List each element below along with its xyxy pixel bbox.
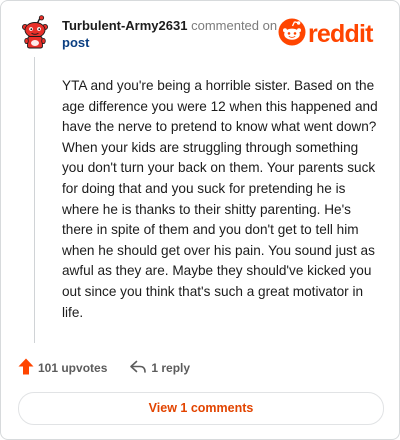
reddit-logo[interactable]: reddit xyxy=(278,18,373,51)
username-link[interactable]: Turbulent-Army2631 xyxy=(62,18,187,33)
comment-body: YTA and you're being a horrible sister. … xyxy=(62,78,378,320)
reply-arrow-icon xyxy=(129,359,151,378)
reply-count: 1 reply xyxy=(151,361,191,375)
commented-on-text: commented on xyxy=(191,18,278,33)
post-link[interactable]: post xyxy=(62,35,89,51)
upvote-button[interactable]: 101 upvotes xyxy=(18,358,107,378)
comment-header: Turbulent-Army2631 commented on xyxy=(62,18,277,34)
upvote-arrow-icon xyxy=(18,358,38,378)
view-comments-button[interactable]: View 1 comments xyxy=(18,392,384,425)
upvote-count: 101 upvotes xyxy=(38,361,108,375)
comment-actions: 101 upvotes 1 reply xyxy=(18,358,190,378)
snoo-avatar-icon[interactable] xyxy=(20,15,50,49)
comment-card: Turbulent-Army2631 commented on post red… xyxy=(0,0,400,440)
reply-button[interactable]: 1 reply xyxy=(129,359,190,378)
reddit-wordmark: reddit xyxy=(308,20,373,48)
reddit-snoo-icon xyxy=(278,18,306,51)
thread-line xyxy=(34,57,35,343)
